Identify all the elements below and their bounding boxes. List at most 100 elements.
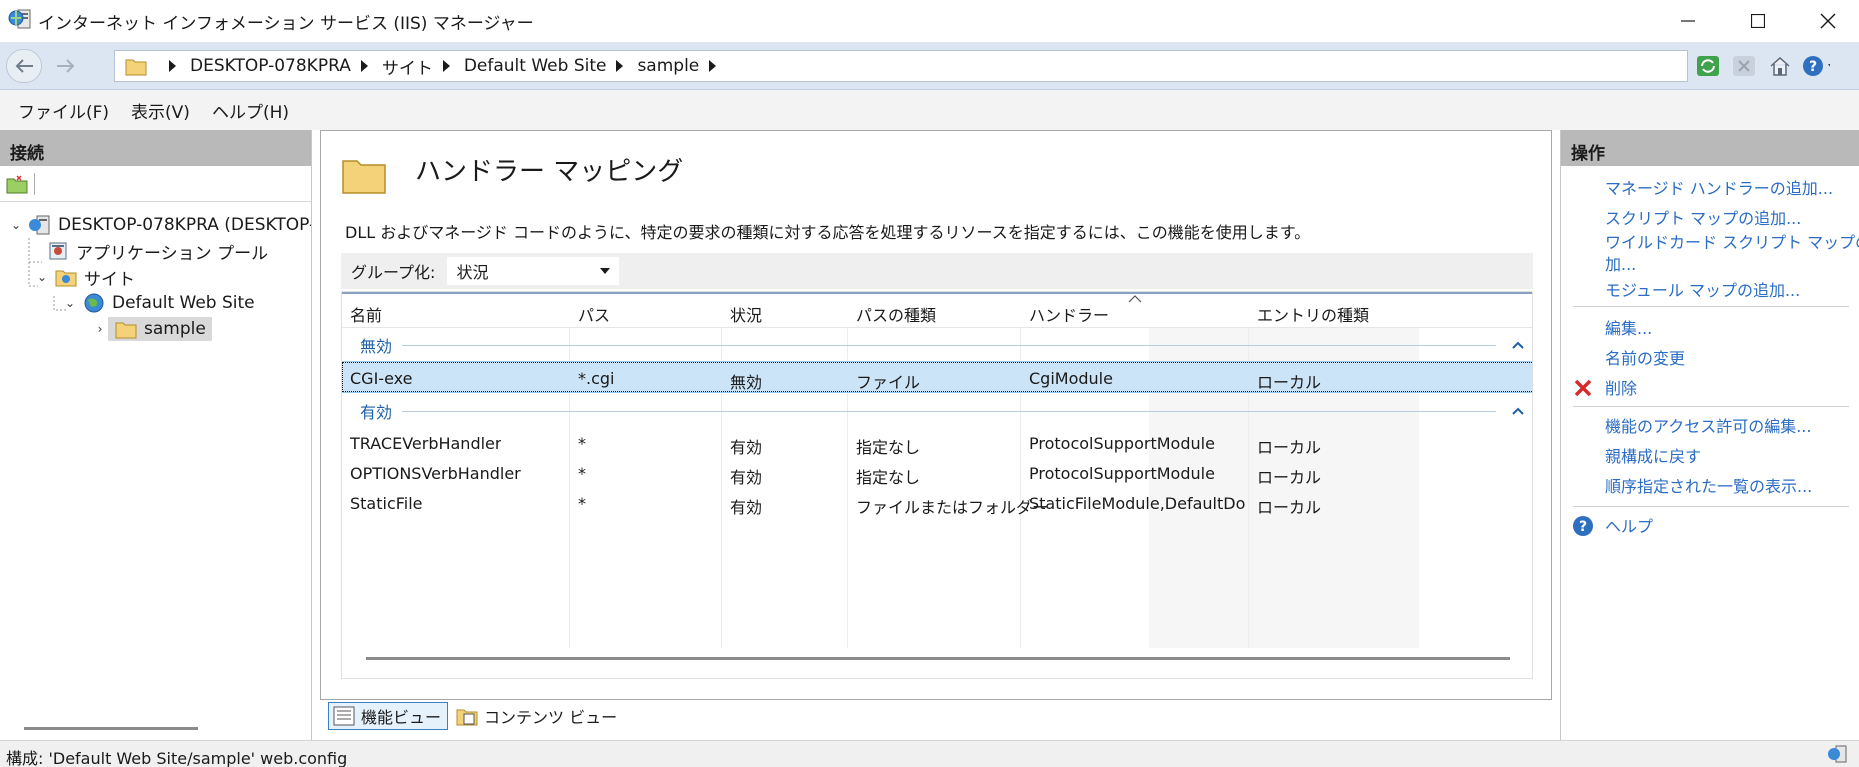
chevron-up-icon[interactable] <box>1510 403 1526 419</box>
home-button[interactable] <box>1766 52 1794 80</box>
cell-name: OPTIONSVerbHandler <box>350 464 521 483</box>
breadcrumb-item-sample[interactable]: sample <box>637 56 699 76</box>
add-wildcard-script-map-link-cont[interactable]: 加... <box>1605 254 1636 276</box>
group-header-disabled[interactable]: 無効 <box>342 330 1532 360</box>
handler-mappings-table: 名前 パス 状況 パスの種類 ハンドラー エントリの種類 無効 CGI-exe … <box>341 291 1533 679</box>
actions-header: 操作 <box>1561 130 1859 166</box>
tree-item-sample[interactable]: › sample <box>92 316 212 342</box>
iis-app-icon <box>8 9 31 29</box>
chevron-down-icon[interactable]: ⌄ <box>62 295 78 311</box>
column-header-handler[interactable]: ハンドラー <box>1029 302 1109 326</box>
table-row[interactable]: StaticFile * 有効 ファイルまたはフォルダー StaticFileM… <box>342 488 1532 518</box>
add-wildcard-script-map-link[interactable]: ワイルドカード スクリプト マップの追 <box>1605 232 1859 254</box>
add-module-map-link[interactable]: モジュール マップの追加... <box>1605 280 1800 302</box>
help-icon: ? <box>1571 514 1595 538</box>
cell-path: * <box>578 434 586 453</box>
table-row[interactable]: OPTIONSVerbHandler * 有効 指定なし ProtocolSup… <box>342 458 1532 488</box>
column-header-path-type[interactable]: パスの種類 <box>856 302 936 326</box>
title-bar: インターネット インフォメーション サービス (IIS) マネージャー <box>0 0 1859 42</box>
minimize-icon <box>1681 20 1695 22</box>
group-by-select[interactable]: 状況 <box>447 257 620 285</box>
toolbar-divider <box>34 172 35 195</box>
cell-path-type: 指定なし <box>856 468 921 487</box>
view-ordered-list-link[interactable]: 順序指定された一覧の表示... <box>1605 476 1812 498</box>
menu-help[interactable]: ヘルプ(H) <box>204 98 303 123</box>
close-button[interactable] <box>1798 0 1858 42</box>
group-divider <box>402 410 1496 412</box>
connect-icon[interactable] <box>6 174 28 194</box>
breadcrumb-separator[interactable] <box>360 60 368 72</box>
content-view-icon <box>456 709 478 726</box>
tree-item-default-web-site[interactable]: ⌄ Default Web Site <box>62 290 255 316</box>
refresh-icon <box>1697 56 1719 76</box>
cell-handler: StaticFileModule,DefaultDocu... <box>1029 494 1245 513</box>
edit-link[interactable]: 編集... <box>1605 318 1652 340</box>
breadcrumb-item-default-web-site[interactable]: Default Web Site <box>464 56 607 76</box>
breadcrumb-item-server[interactable]: DESKTOP-078KPRA <box>190 56 351 76</box>
back-button[interactable] <box>6 49 42 83</box>
menu-view[interactable]: 表示(V) <box>123 98 204 123</box>
feature-pane: ハンドラー マッピング DLL およびマネージド コードのように、特定の要求の種… <box>320 130 1552 700</box>
cell-handler: ProtocolSupportModule <box>1029 464 1215 483</box>
chevron-down-icon[interactable]: ⌄ <box>34 269 50 285</box>
group-header-enabled[interactable]: 有効 <box>342 396 1532 426</box>
cell-handler: CgiModule <box>1029 369 1113 388</box>
home-icon <box>1770 56 1790 76</box>
cell-state: 無効 <box>730 373 763 392</box>
tab-label: 機能ビュー <box>361 708 442 727</box>
chevron-right-icon[interactable]: › <box>92 321 108 337</box>
breadcrumb[interactable]: DESKTOP-078KPRA サイト Default Web Site sam… <box>114 50 1688 82</box>
horizontal-scrollbar[interactable] <box>24 727 198 730</box>
table-row[interactable]: CGI-exe *.cgi 無効 ファイル CgiModule ローカル <box>342 361 1532 393</box>
sites-folder-icon <box>55 270 77 287</box>
cell-entry-type: ローカル <box>1257 438 1322 457</box>
table-row[interactable]: TRACEVerbHandler * 有効 指定なし ProtocolSuppo… <box>342 428 1532 458</box>
minimize-button[interactable] <box>1658 0 1718 42</box>
rename-link[interactable]: 名前の変更 <box>1605 348 1685 370</box>
tree-item-server[interactable]: ⌄ DESKTOP-078KPRA (DESKTOP- <box>8 212 311 238</box>
column-header-path[interactable]: パス <box>578 302 610 326</box>
menu-bar: ファイル(F) 表示(V) ヘルプ(H) <box>0 90 1859 130</box>
stop-button[interactable] <box>1730 52 1758 80</box>
tree-item-app-pools[interactable]: アプリケーション プール <box>42 238 268 264</box>
tab-content-view[interactable]: コンテンツ ビュー <box>452 702 623 730</box>
group-divider <box>402 344 1496 346</box>
breadcrumb-item-sites[interactable]: サイト <box>382 54 433 79</box>
add-managed-handler-link[interactable]: マネージド ハンドラーの追加... <box>1605 178 1833 200</box>
column-header-entry-type[interactable]: エントリの種類 <box>1257 302 1369 326</box>
window-title: インターネット インフォメーション サービス (IIS) マネージャー <box>38 14 534 34</box>
svg-text:?: ? <box>1579 519 1587 535</box>
forward-button[interactable] <box>48 49 84 83</box>
refresh-button[interactable] <box>1694 52 1722 80</box>
menu-file[interactable]: ファイル(F) <box>10 98 123 123</box>
status-bar: 構成: 'Default Web Site/sample' web.config <box>0 740 1859 767</box>
breadcrumb-separator[interactable] <box>442 60 450 72</box>
tab-feature-view[interactable]: 機能ビュー <box>328 702 449 730</box>
add-script-map-link[interactable]: スクリプト マップの追加... <box>1605 208 1801 230</box>
chevron-up-icon[interactable] <box>1510 337 1526 353</box>
tree-selection[interactable]: sample <box>108 317 212 341</box>
column-header-name[interactable]: 名前 <box>350 302 382 326</box>
cell-entry-type: ローカル <box>1257 498 1322 517</box>
cell-entry-type: ローカル <box>1257 468 1322 487</box>
tree-label: sample <box>144 319 206 339</box>
chevron-down-icon[interactable]: ⌄ <box>8 217 24 233</box>
tree-item-sites[interactable]: ⌄ サイト <box>34 264 135 290</box>
help-link[interactable]: ヘルプ <box>1605 516 1653 538</box>
cell-name: StaticFile <box>350 494 423 513</box>
cell-entry-type: ローカル <box>1257 373 1322 392</box>
feature-view-icon <box>333 706 355 726</box>
horizontal-scrollbar[interactable] <box>366 657 1510 660</box>
back-arrow-icon <box>15 59 33 73</box>
maximize-button[interactable] <box>1728 0 1788 42</box>
breadcrumb-separator[interactable] <box>616 60 624 72</box>
revert-to-parent-link[interactable]: 親構成に戻す <box>1605 446 1701 468</box>
cell-handler: ProtocolSupportModule <box>1029 434 1215 453</box>
breadcrumb-separator[interactable] <box>709 60 717 72</box>
breadcrumb-separator[interactable] <box>169 60 176 72</box>
server-icon <box>29 215 50 235</box>
edit-feature-permissions-link[interactable]: 機能のアクセス許可の編集... <box>1605 416 1811 438</box>
column-header-state[interactable]: 状況 <box>730 302 762 326</box>
delete-link[interactable]: 削除 <box>1605 378 1637 400</box>
help-dropdown-button[interactable]: ? <box>1802 52 1830 80</box>
